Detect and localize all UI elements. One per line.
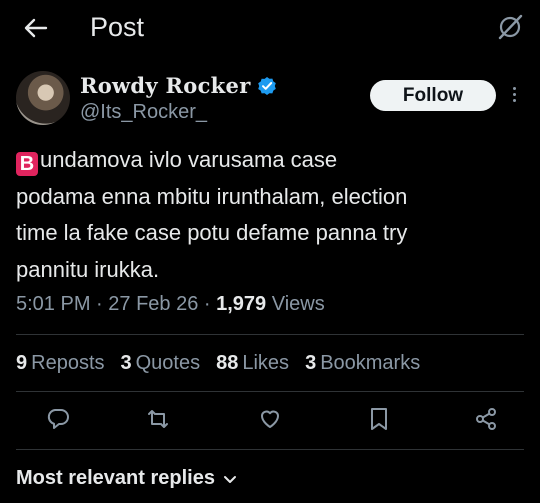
divider (16, 449, 524, 450)
replies-sort-label: Most relevant replies (16, 467, 215, 489)
likes-stat[interactable]: 88 Likes (216, 352, 289, 375)
likes-label: Likes (242, 352, 290, 374)
quotes-count: 3 (120, 352, 132, 374)
bookmarks-stat[interactable]: 3 Bookmarks (305, 352, 420, 375)
engagement-stats: 9 Reposts 3 Quotes 88 Likes 3 Bookmarks (16, 352, 420, 375)
verified-badge-icon (257, 76, 277, 96)
bookmark-icon[interactable] (366, 406, 392, 432)
share-icon[interactable] (473, 406, 499, 432)
like-icon[interactable] (257, 406, 283, 432)
tweet-line: podama enna mbitu irunthalam, election (16, 183, 408, 209)
replies-sort-dropdown[interactable]: Most relevant replies (16, 467, 237, 490)
tweet-date[interactable]: 27 Feb 26 (108, 293, 198, 315)
reposts-stat[interactable]: 9 Reposts (16, 352, 105, 375)
reposts-label: Reposts (31, 352, 105, 374)
likes-count: 88 (216, 352, 239, 374)
author-name-row: Rowdy Rocker (80, 73, 277, 98)
grok-icon[interactable] (496, 13, 524, 41)
author-display-name[interactable]: Rowdy Rocker (80, 73, 251, 98)
tweet-text: Bundamova ivlo varusama case podama enna… (16, 142, 526, 288)
quotes-label: Quotes (135, 352, 201, 374)
more-options-icon[interactable] (510, 84, 518, 108)
views-label: Views (271, 293, 325, 315)
action-bar (0, 402, 540, 438)
tweet-meta: 5:01 PM · 27 Feb 26 · 1,979 Views (16, 293, 325, 315)
avatar[interactable] (16, 71, 70, 125)
repost-icon[interactable] (145, 406, 171, 432)
page-title: Post (90, 12, 145, 42)
chevron-down-icon (223, 472, 237, 486)
divider (16, 334, 524, 335)
arrow-left-icon[interactable] (22, 14, 50, 42)
quotes-stat[interactable]: 3 Quotes (121, 352, 201, 375)
top-bar: Post (0, 0, 540, 56)
bookmarks-label: Bookmarks (320, 352, 421, 374)
tweet-time[interactable]: 5:01 PM (16, 293, 90, 315)
follow-button[interactable]: Follow (370, 80, 496, 111)
divider (16, 391, 524, 392)
reply-icon[interactable] (45, 406, 71, 432)
b-button-emoji: B (16, 152, 38, 176)
tweet-line: time la fake case potu defame panna try (16, 220, 408, 245)
reposts-count: 9 (16, 352, 28, 374)
tweet-line: pannitu irukka. (16, 256, 160, 282)
bookmarks-count: 3 (305, 352, 317, 374)
views-count: 1,979 (216, 293, 267, 315)
author-handle[interactable]: @Its_Rocker_ (80, 101, 207, 124)
tweet-line: undamova ivlo varusama case (40, 147, 338, 172)
